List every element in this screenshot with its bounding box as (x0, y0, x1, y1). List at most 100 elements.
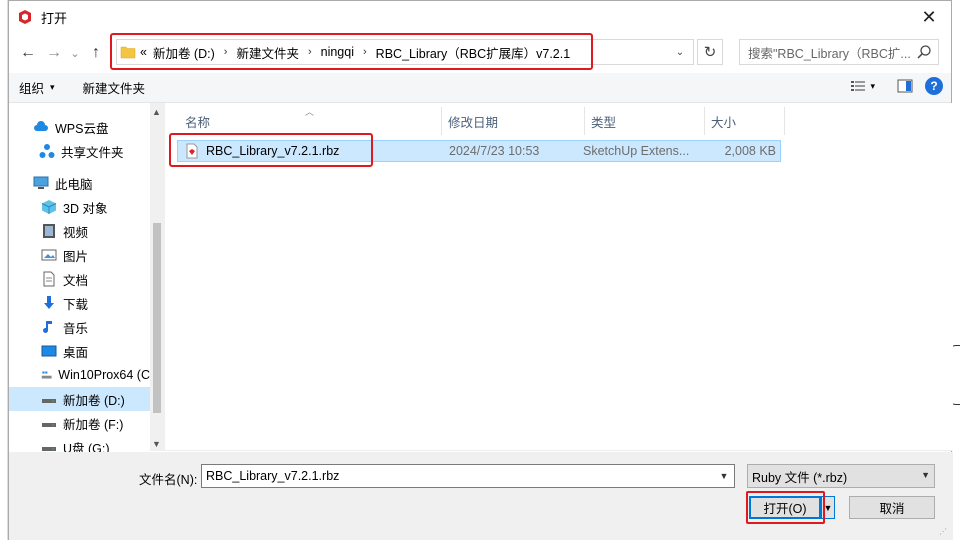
address-overflow[interactable]: « (140, 45, 147, 59)
sidebar-item-label: WPS云盘 (55, 121, 109, 136)
filetype-value: Ruby 文件 (*.rbz) (752, 470, 848, 485)
filename-dropdown-icon[interactable]: ▼ (714, 465, 734, 487)
sidebar-item-downloads[interactable]: 下载 (9, 291, 150, 315)
sidebar-item-drive-d[interactable]: 新加卷 (D:) (9, 387, 150, 411)
breadcrumb-separator[interactable]: › (224, 46, 228, 58)
breadcrumb-separator[interactable]: › (363, 46, 367, 58)
sidebar-item-label: 桌面 (63, 345, 89, 360)
column-type-label: 类型 (591, 115, 617, 130)
file-name-cell: RBC_Library_v7.2.1.rbz (178, 143, 436, 159)
file-type: SketchUp Extens... (583, 144, 690, 158)
back-button[interactable]: ← (15, 40, 41, 66)
video-icon (43, 224, 55, 238)
breadcrumb-separator[interactable]: › (308, 46, 312, 58)
resize-grip-icon[interactable]: ⋰ (939, 527, 949, 537)
column-size-label: 大小 (711, 115, 737, 130)
sidebar-item-desktop[interactable]: 桌面 (9, 339, 150, 363)
open-button[interactable]: 打开(O) (749, 496, 821, 519)
navigation-row: ← → ⌄ ↑ « 新加卷 (D:) › 新建文件夹 › ningqi › RB… (9, 33, 951, 73)
sidebar-item-label: 此电脑 (55, 177, 93, 192)
cancel-button[interactable]: 取消 (849, 496, 935, 519)
scroll-up-icon[interactable]: ▲ (152, 107, 161, 117)
column-header-name[interactable]: ︿ 名称 (165, 107, 442, 135)
filetype-select[interactable]: Ruby 文件 (*.rbz) ▼ (747, 464, 935, 488)
sidebar-item-shared-folder[interactable]: 共享文件夹 (9, 139, 150, 163)
column-header-modified[interactable]: 修改日期 (442, 107, 585, 135)
filename-input[interactable]: RBC_Library_v7.2.1.rbz ▼ (201, 464, 735, 488)
open-split-dropdown[interactable]: ▼ (821, 496, 835, 519)
organize-button[interactable]: 组织 ▾ (9, 78, 65, 97)
column-header-type[interactable]: 类型 (585, 107, 705, 135)
title-bar: 打开 ✕ (9, 1, 951, 33)
chevron-down-icon: ▾ (50, 82, 55, 92)
sidebar-item-label: 新加卷 (D:) (63, 393, 125, 408)
sidebar-item-label: 共享文件夹 (61, 145, 124, 160)
cloud-icon (34, 121, 48, 131)
view-dropdown-icon[interactable]: ▾ (870, 81, 875, 92)
sidebar-item-label: 音乐 (63, 321, 89, 336)
drive-icon (42, 423, 56, 427)
sidebar-item-label: 3D 对象 (63, 201, 108, 216)
refresh-button[interactable]: ↻ (697, 39, 723, 65)
breadcrumb-rbc-library[interactable]: RBC_Library（RBC扩展库）v7.2.1 (376, 43, 571, 62)
scrollbar-thumb[interactable] (153, 223, 161, 413)
file-modified: 2024/7/23 10:53 (449, 144, 540, 158)
sidebar-item-label: Win10Prox64 (C (58, 368, 150, 382)
sidebar-item-videos[interactable]: 视频 (9, 219, 150, 243)
file-name: RBC_Library_v7.2.1.rbz (206, 144, 340, 158)
sidebar-item-this-pc[interactable]: 此电脑 (9, 171, 150, 195)
column-headers: ︿ 名称 修改日期 类型 大小 (165, 107, 785, 135)
share-icon (39, 144, 55, 158)
file-list-pane: ︿ 名称 修改日期 类型 大小 RBC_Library_v7.2.1.rbz 2… (164, 103, 953, 450)
sidebar-item-3d-objects[interactable]: 3D 对象 (9, 195, 150, 219)
sidebar-item-wps-cloud[interactable]: WPS云盘 (9, 115, 150, 139)
sidebar-item-drive-c[interactable]: Win10Prox64 (C (9, 363, 150, 387)
sidebar-item-label: 文档 (63, 273, 89, 288)
breadcrumb-ningqi[interactable]: ningqi (321, 45, 354, 59)
sidebar-item-label: 视频 (63, 225, 89, 240)
close-button[interactable]: ✕ (907, 1, 951, 33)
search-box[interactable]: 搜索"RBC_Library（RBC扩... (739, 39, 939, 65)
file-row[interactable]: RBC_Library_v7.2.1.rbz 2024/7/23 10:53 S… (177, 140, 781, 162)
desktop-icon (41, 345, 57, 357)
search-icon[interactable] (916, 44, 932, 60)
toolbar-right-group: ▾ ? (850, 77, 943, 95)
filename-value: RBC_Library_v7.2.1.rbz (206, 469, 340, 483)
music-icon (43, 321, 52, 333)
sidebar-item-documents[interactable]: 文档 (9, 267, 150, 291)
chevron-down-icon: ▼ (921, 470, 930, 480)
column-header-size[interactable]: 大小 (705, 107, 785, 135)
breadcrumb-drive[interactable]: 新加卷 (D:) (153, 43, 215, 62)
drive-icon (42, 399, 56, 403)
background-app-left-edge (0, 0, 8, 540)
forward-button[interactable]: → (41, 40, 67, 66)
command-toolbar: 组织 ▾ 新建文件夹 ▾ ? (9, 73, 951, 103)
sidebar-item-pictures[interactable]: 图片 (9, 243, 150, 267)
breadcrumb-new-folder[interactable]: 新建文件夹 (236, 43, 299, 62)
navigation-list: WPS云盘 共享文件夹 此电脑 3D 对象 视频 图片 文档 下载 音乐 桌面 … (9, 115, 150, 459)
main-area: WPS云盘 共享文件夹 此电脑 3D 对象 视频 图片 文档 下载 音乐 桌面 … (9, 103, 953, 456)
scroll-down-icon[interactable]: ▼ (152, 439, 161, 449)
folder-icon (120, 46, 136, 59)
picture-icon (41, 249, 57, 261)
navigation-scrollbar[interactable]: ▲ ▼ (150, 103, 164, 451)
address-dropdown-button[interactable]: ⌄ (667, 40, 693, 64)
column-name-label: 名称 (185, 115, 211, 130)
sidebar-item-label: 图片 (63, 249, 89, 264)
new-folder-button[interactable]: 新建文件夹 (73, 78, 156, 97)
rbz-file-icon (186, 143, 198, 159)
help-icon[interactable]: ? (925, 77, 943, 95)
up-folder-button[interactable]: ↑ (83, 40, 109, 66)
view-options-icon[interactable] (850, 78, 866, 94)
sidebar-item-music[interactable]: 音乐 (9, 315, 150, 339)
background-app-right-edge (952, 0, 960, 540)
document-icon (43, 271, 55, 287)
column-modified-label: 修改日期 (448, 115, 499, 130)
dialog-title: 打开 (41, 10, 68, 26)
dialog-footer: 文件名(N): RBC_Library_v7.2.1.rbz ▼ Ruby 文件… (9, 452, 953, 540)
preview-pane-icon[interactable] (897, 78, 913, 94)
search-placeholder: 搜索"RBC_Library（RBC扩... (748, 46, 911, 61)
sidebar-item-drive-f[interactable]: 新加卷 (F:) (9, 411, 150, 435)
address-bar[interactable]: « 新加卷 (D:) › 新建文件夹 › ningqi › RBC_Librar… (116, 39, 694, 65)
recent-locations-button[interactable]: ⌄ (67, 40, 83, 66)
